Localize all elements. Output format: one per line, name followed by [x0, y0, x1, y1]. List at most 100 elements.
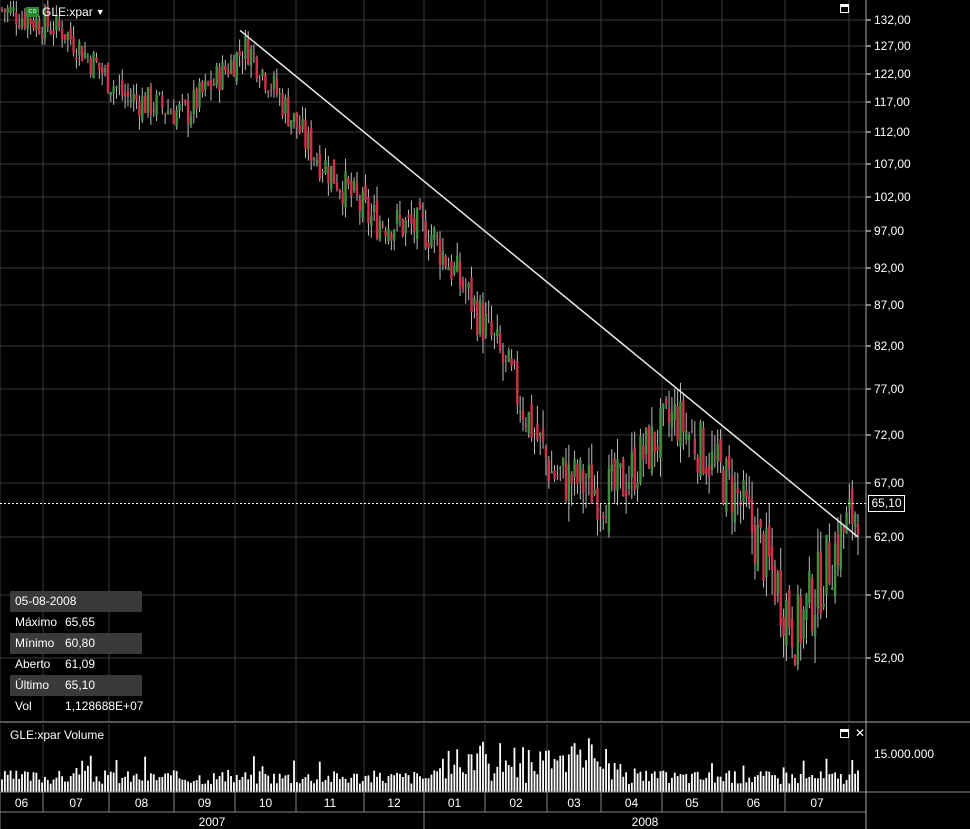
volume-bar: [848, 774, 851, 792]
volume-bar: [344, 778, 347, 792]
volume-bar: [585, 760, 587, 792]
volume-bar: [295, 782, 298, 792]
candle-body: [121, 80, 124, 96]
candle-body: [476, 300, 479, 336]
candle-body: [464, 291, 467, 293]
candle-body: [710, 450, 714, 471]
volume-bar: [731, 782, 733, 792]
price-tick-label: 122,00: [874, 67, 911, 81]
month-label: 09: [198, 796, 212, 810]
volume-bar: [759, 771, 762, 792]
volume-bar: [482, 741, 484, 792]
candle-body: [92, 52, 95, 79]
volume-bar: [413, 771, 416, 792]
volume-bar: [350, 777, 353, 792]
volume-bar: [819, 771, 822, 792]
candle-body: [745, 490, 748, 498]
candle-body: [372, 204, 376, 213]
candle-body: [17, 25, 21, 28]
volume-bar: [255, 783, 258, 792]
candle-body: [158, 92, 161, 94]
volume-bar: [545, 750, 547, 792]
volume-bar: [264, 773, 267, 792]
candle-body: [602, 515, 605, 518]
volume-bar: [273, 773, 275, 792]
volume-bar: [602, 768, 605, 792]
volume-maximize-button[interactable]: [840, 729, 849, 738]
candle-body: [656, 446, 659, 451]
volume-bar: [450, 773, 453, 792]
candle-body: [35, 17, 38, 30]
candle-body: [307, 131, 310, 150]
volume-bar: [89, 755, 92, 792]
volume-bar: [802, 760, 805, 792]
candle-body: [833, 543, 837, 597]
volume-bar: [204, 783, 207, 792]
candle-body: [839, 522, 843, 570]
candle-body: [796, 594, 800, 665]
candle-body: [813, 614, 817, 637]
volume-bar: [407, 775, 410, 792]
candle-body: [484, 314, 488, 337]
candle-body: [364, 185, 367, 200]
volume-bar: [487, 763, 490, 792]
volume-bar: [796, 783, 799, 792]
volume-bar: [149, 773, 152, 792]
volume-bar: [682, 774, 685, 792]
price-tick-label: 102,00: [874, 190, 911, 204]
maximize-button[interactable]: [840, 4, 849, 13]
symbol-selector[interactable]: co GLE:xpar ▼: [26, 5, 105, 19]
candle-body: [736, 488, 739, 494]
volume-bar: [539, 751, 542, 792]
candle-body: [221, 61, 224, 90]
volume-bar: [579, 749, 582, 792]
volume-bar: [788, 783, 791, 792]
month-label: 11: [324, 796, 337, 810]
volume-bar: [702, 779, 705, 792]
volume-bar: [722, 781, 725, 792]
volume-bar: [593, 758, 596, 792]
volume-bar: [324, 779, 327, 792]
candle-body: [218, 67, 221, 91]
volume-bar: [808, 776, 811, 792]
candle-body: [627, 481, 631, 489]
candle-body: [146, 87, 150, 113]
volume-bar: [258, 771, 261, 792]
volume-bar: [625, 772, 628, 792]
info-panel: 05-08-2008 Máximo 65,65 Mínimo 60,80 Abert…: [10, 591, 144, 717]
price-tick-label: 112,00: [874, 125, 910, 139]
volume-bar: [653, 771, 656, 792]
candle-body: [301, 118, 304, 130]
volume-bar: [507, 765, 510, 792]
candle-body: [596, 488, 599, 521]
volume-bar: [253, 756, 255, 792]
volume-bar: [41, 782, 43, 792]
candle-body: [564, 462, 568, 501]
candle-body: [275, 78, 279, 95]
close-icon[interactable]: ✕: [855, 727, 865, 739]
price-chart[interactable]: 132,00 127,00 122,00 117,00 112,00 107,00 102,…: [0, 0, 970, 829]
info-vol-value: 1,128688E+07: [65, 699, 144, 713]
month-label: 07: [810, 796, 824, 810]
volume-bar: [814, 778, 816, 792]
candle-body: [762, 533, 765, 581]
candle-body: [547, 460, 551, 482]
candle-body: [573, 458, 576, 478]
volume-bar: [513, 747, 516, 792]
candle-body: [289, 120, 293, 129]
candle-body: [556, 475, 559, 477]
volume-bar: [416, 773, 419, 792]
volume-bar: [550, 768, 553, 792]
volume-bar: [353, 773, 356, 792]
candle-body: [206, 81, 210, 85]
volume-bar: [304, 777, 307, 792]
volume-bar: [313, 783, 315, 792]
volume-bar: [121, 777, 124, 792]
candle-body: [707, 465, 711, 477]
candle-body: [659, 408, 662, 458]
volume-bar: [447, 750, 450, 792]
price-tick-label: 72,00: [874, 428, 904, 442]
month-label: 01: [448, 796, 462, 810]
volume-bar: [170, 775, 172, 792]
candle-body: [287, 97, 290, 126]
